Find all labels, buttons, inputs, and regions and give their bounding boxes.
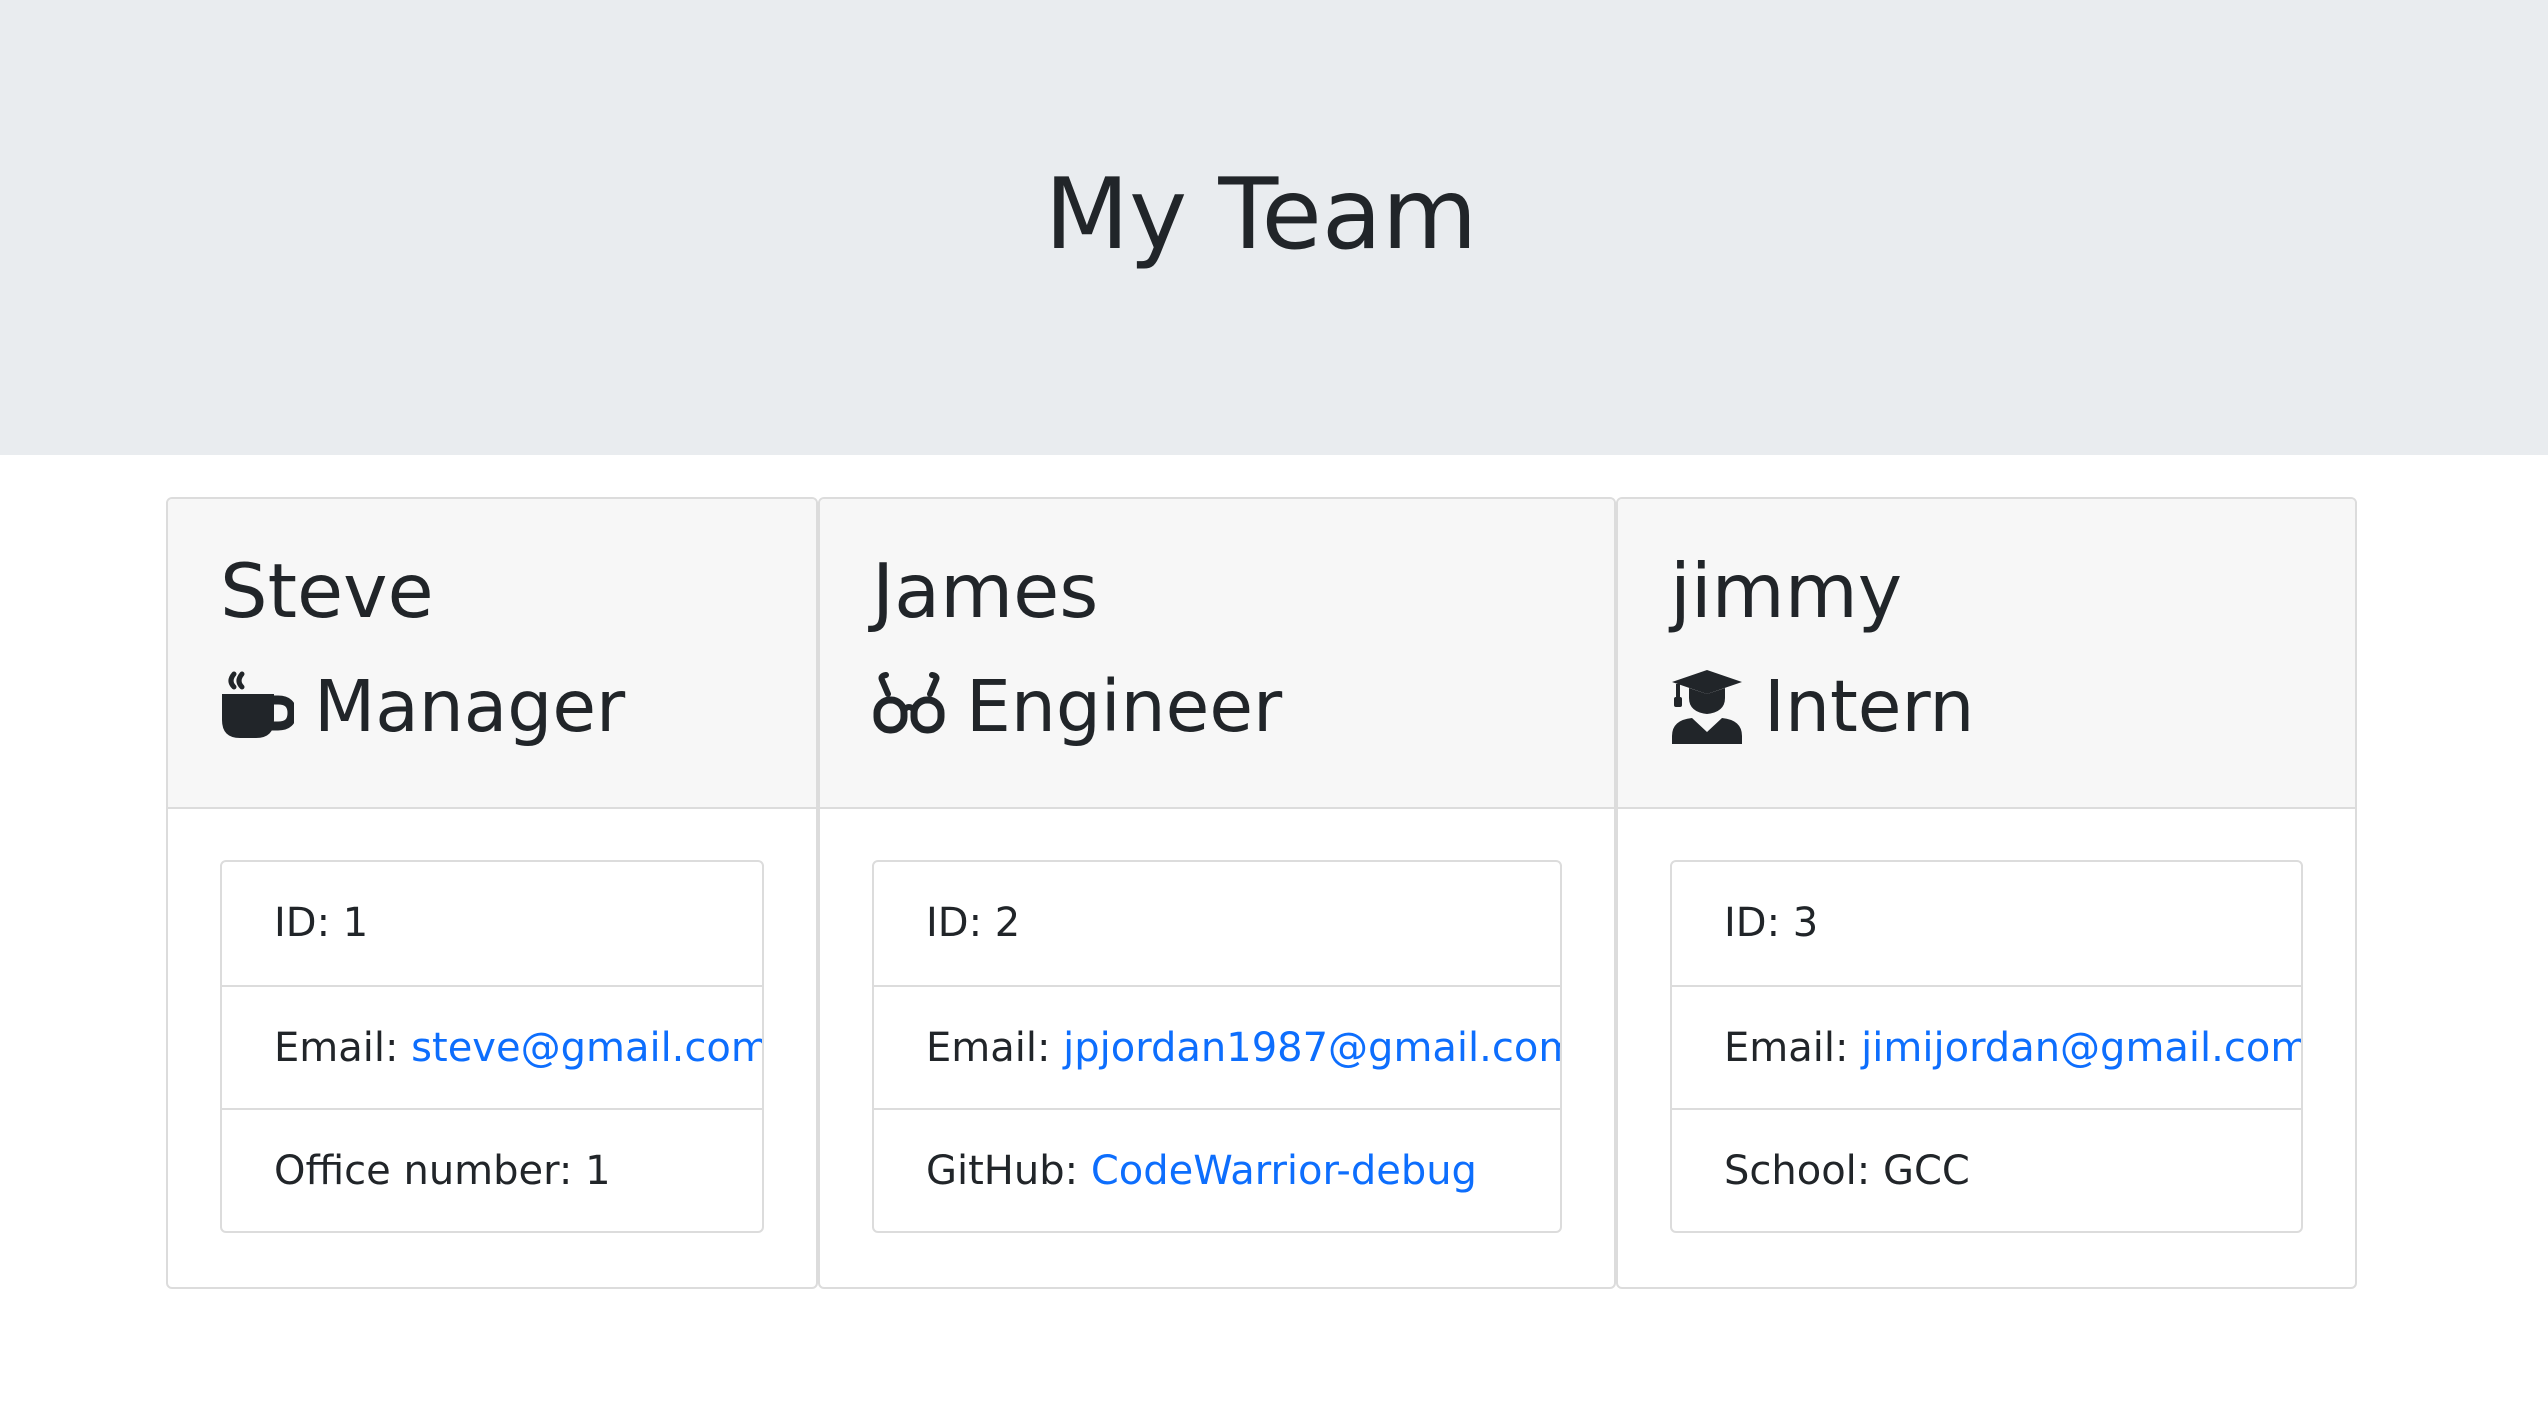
email-label: Email: xyxy=(926,1025,1064,1071)
school-value: GCC xyxy=(1882,1148,1970,1194)
jumbotron-header: My Team xyxy=(0,0,2548,455)
list-item-email: Email: jimijordan@gmail.com xyxy=(1672,985,2301,1108)
email-link[interactable]: steve@gmail.com xyxy=(411,1025,762,1071)
employee-role: Intern xyxy=(1670,659,1974,755)
email-link[interactable]: jpjordan1987@gmail.com xyxy=(1063,1025,1560,1071)
card-header: James Engineer xyxy=(820,499,1614,809)
email-label: Email: xyxy=(274,1025,412,1071)
mug-hot-icon xyxy=(220,670,294,744)
card-header: Steve Manager xyxy=(168,499,816,809)
details-list: ID: 1 Email: steve@gmail.com Office numb… xyxy=(220,860,764,1233)
list-item-id: ID: 1 xyxy=(222,862,762,985)
id-value: 3 xyxy=(1792,900,1819,946)
employee-role: Manager xyxy=(220,659,625,755)
office-number-label: Office number: xyxy=(274,1148,586,1194)
list-item-id: ID: 3 xyxy=(1672,862,2301,985)
list-item-github: GitHub: CodeWarrior-debug xyxy=(874,1108,1560,1231)
email-link[interactable]: jimijordan@gmail.com xyxy=(1861,1025,2301,1071)
list-item-email: Email: steve@gmail.com xyxy=(222,985,762,1108)
employee-name: Steve xyxy=(220,547,434,635)
school-label: School: xyxy=(1724,1148,1883,1194)
list-item-id: ID: 2 xyxy=(874,862,1560,985)
list-item-school: School: GCC xyxy=(1672,1108,2301,1231)
email-label: Email: xyxy=(1724,1025,1862,1071)
id-label: ID: xyxy=(926,900,995,946)
github-link[interactable]: CodeWarrior-debug xyxy=(1091,1148,1477,1194)
card-header: jimmy Intern xyxy=(1618,499,2355,809)
employee-card-intern: jimmy Intern ID: 3 Email: jimijordan@gma… xyxy=(1616,497,2357,1289)
role-label: Manager xyxy=(314,665,626,748)
id-value: 1 xyxy=(342,900,369,946)
id-label: ID: xyxy=(274,900,343,946)
id-label: ID: xyxy=(1724,900,1793,946)
employee-card-engineer: James Engineer ID: 2 Email: jpjordan1987… xyxy=(818,497,1616,1289)
role-label: Engineer xyxy=(966,665,1283,748)
graduate-icon xyxy=(1670,670,1744,744)
details-list: ID: 2 Email: jpjordan1987@gmail.com GitH… xyxy=(872,860,1562,1233)
employee-name: James xyxy=(872,547,1099,635)
details-list: ID: 3 Email: jimijordan@gmail.com School… xyxy=(1670,860,2303,1233)
office-number-value: 1 xyxy=(585,1148,611,1194)
role-label: Intern xyxy=(1764,665,1975,748)
page-title: My Team xyxy=(1044,158,1478,272)
employee-card-manager: Steve Manager ID: 1 Email: steve@gmail.c… xyxy=(166,497,818,1289)
employee-name: jimmy xyxy=(1670,547,1903,635)
github-label: GitHub: xyxy=(926,1148,1091,1194)
glasses-icon xyxy=(872,670,946,744)
employee-role: Engineer xyxy=(872,659,1282,755)
list-item-office-number: Office number: 1 xyxy=(222,1108,762,1231)
list-item-email: Email: jpjordan1987@gmail.com xyxy=(874,985,1560,1108)
id-value: 2 xyxy=(994,900,1021,946)
